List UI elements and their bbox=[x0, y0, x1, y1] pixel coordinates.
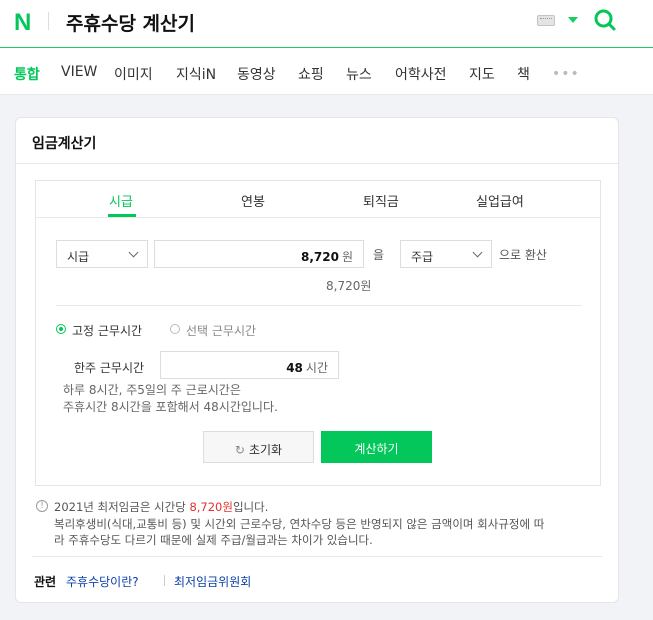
divider bbox=[16, 163, 618, 164]
tab-view[interactable]: VIEW bbox=[61, 64, 97, 80]
disclaimer-line1: 복리후생비(식대,교통비 등) 및 시간외 근로수당, 연차수당 등은 반영되지… bbox=[54, 517, 545, 531]
particle-label: 을 bbox=[373, 248, 385, 262]
tab-knowledge-in[interactable]: 지식iN bbox=[176, 64, 216, 84]
link-separator bbox=[164, 575, 165, 586]
divider bbox=[56, 305, 582, 306]
min-wage-note: 2021년 최저임금은 시간당 8,720원입니다. bbox=[54, 499, 268, 515]
help-text-line2: 주휴시간 8시간을 포함해서 48시간입니다. bbox=[63, 400, 278, 414]
keyboard-icon[interactable] bbox=[537, 15, 555, 26]
card-title: 임금계산기 bbox=[32, 136, 97, 152]
weekly-hours-value: 48 bbox=[286, 361, 303, 375]
min-wage-suffix: 입니다. bbox=[232, 500, 269, 514]
wage-amount-value: 8,720 bbox=[300, 250, 339, 264]
tab-shopping[interactable]: 쇼핑 bbox=[298, 64, 324, 84]
wage-unit-value: 시급 bbox=[67, 250, 90, 264]
calculate-button[interactable]: 계산하기 bbox=[321, 431, 432, 463]
calculate-label: 계산하기 bbox=[354, 442, 399, 456]
tab-images[interactable]: 이미지 bbox=[114, 64, 153, 84]
reset-label: 초기화 bbox=[248, 443, 283, 457]
reset-button[interactable]: ↻ 초기화 bbox=[203, 431, 314, 463]
wage-amount-unit: 원 bbox=[341, 250, 353, 264]
calc-tab-hourly[interactable]: 시급 bbox=[109, 191, 133, 210]
tab-dictionary[interactable]: 어학사전 bbox=[395, 64, 447, 84]
search-icon[interactable] bbox=[594, 9, 616, 31]
calc-tab-annual[interactable]: 연봉 bbox=[241, 191, 265, 210]
refresh-icon: ↻ bbox=[234, 443, 245, 457]
amount-caption: 8,720원 bbox=[326, 279, 372, 293]
calculator-panel: 시급 연봉 퇴직금 실업급여 시급 8,720 원 을 주급 으로 환산 8,72… bbox=[35, 180, 601, 486]
divider bbox=[32, 556, 602, 557]
radio-fixed-hours[interactable] bbox=[56, 324, 66, 334]
help-text-line1: 하루 8시간, 주5일의 주 근로시간은 bbox=[63, 383, 241, 397]
disclaimer-line2: 라 주휴수당도 다르기 때문에 실제 주급/월급과는 차이가 있습니다. bbox=[54, 533, 373, 547]
related-link-weekly-allowance[interactable]: 주휴수당이란? bbox=[66, 573, 139, 590]
search-bar: N 주휴수당 계산기 bbox=[0, 0, 653, 48]
tab-video[interactable]: 동영상 bbox=[237, 64, 276, 84]
active-tab-indicator bbox=[108, 214, 136, 217]
min-wage-value: 8,720원 bbox=[189, 500, 233, 514]
radio-selected-label[interactable]: 선택 근무시간 bbox=[186, 322, 256, 339]
target-unit-select[interactable]: 주급 bbox=[400, 240, 492, 268]
related-link-minimum-wage-commission[interactable]: 최저임금위원회 bbox=[174, 573, 251, 590]
chevron-down-icon bbox=[472, 247, 483, 258]
calc-tab-severance[interactable]: 퇴직금 bbox=[363, 191, 399, 210]
info-icon: ! bbox=[36, 500, 48, 512]
min-wage-prefix: 2021년 최저임금은 시간당 bbox=[54, 500, 190, 514]
tab-news[interactable]: 뉴스 bbox=[346, 64, 372, 84]
target-unit-value: 주급 bbox=[411, 250, 434, 264]
wage-unit-select[interactable]: 시급 bbox=[56, 240, 148, 268]
weekly-hours-input[interactable]: 48 시간 bbox=[160, 351, 339, 379]
naver-logo[interactable]: N bbox=[14, 9, 31, 37]
logo-separator bbox=[48, 12, 49, 30]
related-label: 관련 bbox=[34, 575, 57, 589]
more-icon[interactable]: ••• bbox=[552, 66, 580, 82]
weekly-hours-unit: 시간 bbox=[305, 361, 328, 375]
wage-calculator-card: 임금계산기 시급 연봉 퇴직금 실업급여 시급 8,720 원 을 주급 으로 환… bbox=[15, 117, 619, 603]
weekly-hours-label: 한주 근무시간 bbox=[74, 361, 145, 375]
tab-map[interactable]: 지도 bbox=[469, 64, 495, 84]
header: N 주휴수당 계산기 통합 VIEW 이미지 지식iN 동영상 쇼핑 뉴스 어학… bbox=[0, 0, 653, 95]
radio-selected-hours[interactable] bbox=[170, 324, 180, 334]
caret-down-icon[interactable] bbox=[568, 17, 578, 23]
calculator-tabs: 시급 연봉 퇴직금 실업급여 bbox=[36, 181, 600, 218]
radio-fixed-label[interactable]: 고정 근무시간 bbox=[72, 322, 142, 339]
search-tabs: 통합 VIEW 이미지 지식iN 동영상 쇼핑 뉴스 어학사전 지도 책 ••• bbox=[0, 48, 653, 95]
tab-integrated[interactable]: 통합 bbox=[14, 64, 40, 84]
tab-book[interactable]: 책 bbox=[517, 64, 530, 84]
convert-suffix: 으로 환산 bbox=[499, 248, 547, 262]
wage-amount-input[interactable]: 8,720 원 bbox=[154, 240, 364, 268]
calc-tab-unemployment[interactable]: 실업급여 bbox=[476, 191, 524, 210]
chevron-down-icon bbox=[128, 247, 139, 258]
search-query[interactable]: 주휴수당 계산기 bbox=[66, 9, 195, 36]
